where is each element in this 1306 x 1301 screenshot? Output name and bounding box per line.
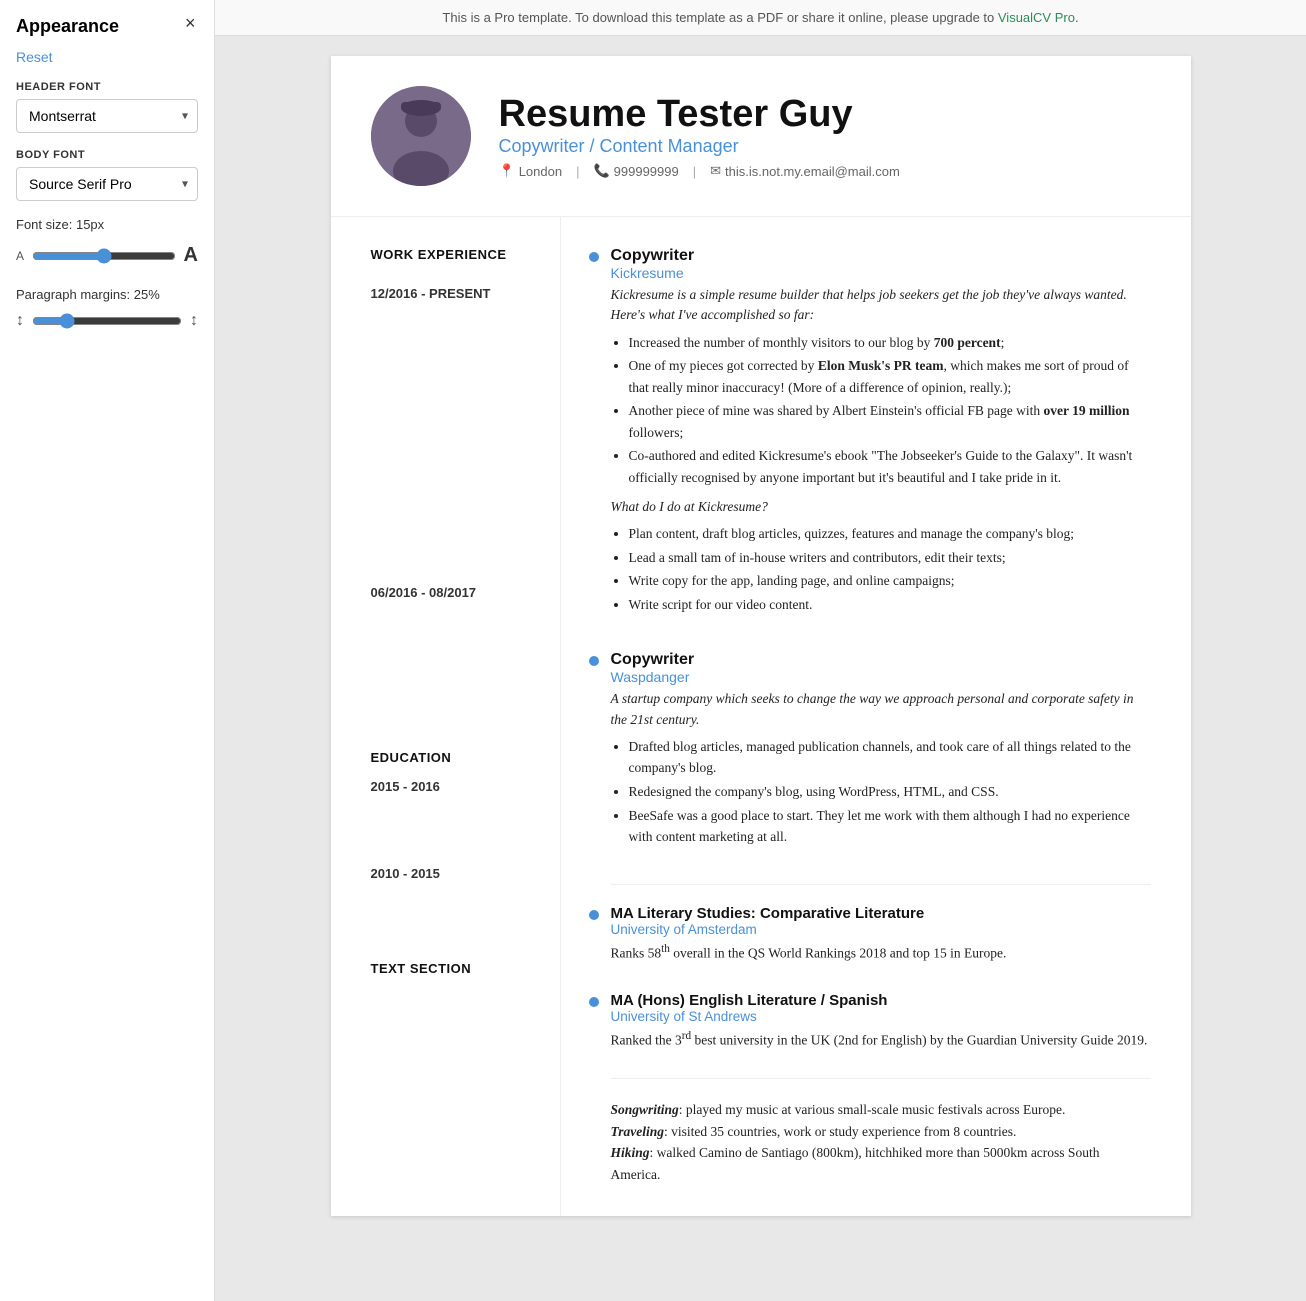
margin-slider[interactable] xyxy=(32,313,182,329)
job1-company: Kickresume xyxy=(611,265,1151,281)
pro-banner: This is a Pro template. To download this… xyxy=(215,0,1306,36)
job2-bullets: Drafted blog articles, managed publicati… xyxy=(611,736,1151,848)
job1-desc: Kickresume is a simple resume builder th… xyxy=(611,285,1151,326)
header-font-select[interactable]: Montserrat Roboto Open Sans Lato xyxy=(16,99,198,133)
reset-link[interactable]: Reset xyxy=(16,49,198,65)
job1-bullet-1: Increased the number of monthly visitors… xyxy=(629,332,1151,354)
sidebar: Appearance × Reset HEADER FONT Montserra… xyxy=(0,0,215,1301)
text-section-divider xyxy=(611,1078,1151,1079)
text-section-content: Songwriting: played my music at various … xyxy=(611,1099,1151,1185)
location-text: London xyxy=(519,164,562,179)
location-item: 📍 London xyxy=(499,163,563,179)
job1-desc2: What do I do at Kickresume? xyxy=(611,497,1151,517)
job1-bullet-3: Another piece of mine was shared by Albe… xyxy=(629,400,1151,443)
job2-desc: A startup company which seeks to change … xyxy=(611,689,1151,730)
resume-name: Resume Tester Guy xyxy=(499,93,900,136)
text-item-hiking: Hiking: walked Camino de Santiago (800km… xyxy=(611,1142,1151,1185)
edu1-date: 2015 - 2016 xyxy=(371,779,540,794)
job1-dot xyxy=(589,252,599,262)
body-font-select[interactable]: Source Serif Pro Georgia Times New Roman… xyxy=(16,167,198,201)
resume-body: WORK EXPERIENCE 12/2016 - PRESENT 06/201… xyxy=(331,217,1191,1216)
email-icon: ✉ xyxy=(710,163,721,179)
edu1-degree: MA Literary Studies: Comparative Literat… xyxy=(611,905,1151,922)
email-text: this.is.not.my.email@mail.com xyxy=(725,164,900,179)
font-size-slider-row: A A xyxy=(16,244,198,267)
edu2-date: 2010 - 2015 xyxy=(371,866,540,881)
job2-bullet-3: BeeSafe was a good place to start. They … xyxy=(629,805,1151,848)
margin-slider-row: ↕ ↕ xyxy=(16,312,198,330)
close-button[interactable]: × xyxy=(185,14,196,32)
font-size-small-a: A xyxy=(16,249,24,263)
email-item: ✉ this.is.not.my.email@mail.com xyxy=(710,163,900,179)
job2-dot xyxy=(589,656,599,666)
education-heading: EDUCATION xyxy=(371,750,540,765)
font-size-slider[interactable] xyxy=(32,248,176,264)
resume-header: Resume Tester Guy Copywriter / Content M… xyxy=(331,56,1191,217)
font-size-label: Font size: 15px xyxy=(16,217,198,232)
edu1-school: University of Amsterdam xyxy=(611,922,1151,937)
job1-title: Copywriter xyxy=(611,247,1151,265)
location-pin-icon: 📍 xyxy=(499,163,515,179)
edu2-degree: MA (Hons) English Literature / Spanish xyxy=(611,992,1151,1009)
phone-item: 📞 999999999 xyxy=(593,163,678,179)
edu1-desc: Ranks 58th overall in the QS World Ranki… xyxy=(611,941,1151,964)
resume-title: Copywriter / Content Manager xyxy=(499,136,900,157)
banner-text: This is a Pro template. To download this… xyxy=(442,10,997,25)
right-col-inner: Copywriter Kickresume Kickresume is a si… xyxy=(591,247,1151,1186)
job2-bullet-2: Redesigned the company's blog, using Wor… xyxy=(629,781,1151,803)
job2-company: Waspdanger xyxy=(611,669,1151,685)
avatar xyxy=(371,86,471,186)
text-item-songwriting: Songwriting: played my music at various … xyxy=(611,1099,1151,1121)
work-experience-heading: WORK EXPERIENCE xyxy=(371,247,540,262)
job1-bullet-4: Co-authored and edited Kickresume's eboo… xyxy=(629,445,1151,488)
phone-text: 999999999 xyxy=(614,164,679,179)
body-font-dropdown-wrapper: Source Serif Pro Georgia Times New Roman… xyxy=(16,167,198,201)
job2-title: Copywriter xyxy=(611,651,1151,669)
job2-date: 06/2016 - 08/2017 xyxy=(371,585,540,600)
main-area: This is a Pro template. To download this… xyxy=(215,0,1306,1301)
edu2-entry: MA (Hons) English Literature / Spanish U… xyxy=(611,992,1151,1051)
sidebar-title: Appearance xyxy=(16,16,119,37)
job2-entry: Copywriter Waspdanger A startup company … xyxy=(611,651,1151,847)
edu2-desc: Ranked the 3rd best university in the UK… xyxy=(611,1028,1151,1051)
margin-small-icon: ↕ xyxy=(16,312,24,330)
edu2-school: University of St Andrews xyxy=(611,1009,1151,1024)
paragraph-margins-label: Paragraph margins: 25% xyxy=(16,287,198,302)
job1-bullets2: Plan content, draft blog articles, quizz… xyxy=(611,523,1151,615)
edu2-dot xyxy=(589,997,599,1007)
text-section-heading: TEXT SECTION xyxy=(371,961,540,976)
header-font-dropdown-wrapper: Montserrat Roboto Open Sans Lato ▾ xyxy=(16,99,198,133)
contact-info: 📍 London | 📞 999999999 | ✉ this.is.not.m… xyxy=(499,163,900,179)
banner-suffix: . xyxy=(1075,10,1079,25)
edu1-entry: MA Literary Studies: Comparative Literat… xyxy=(611,905,1151,964)
body-font-label: BODY FONT xyxy=(16,149,198,161)
job1-bullets: Increased the number of monthly visitors… xyxy=(611,332,1151,489)
text-item-traveling: Traveling: visited 35 countries, work or… xyxy=(611,1121,1151,1143)
header-font-label: HEADER FONT xyxy=(16,81,198,93)
right-column: Copywriter Kickresume Kickresume is a si… xyxy=(561,217,1191,1216)
font-size-large-a: A xyxy=(184,244,198,267)
job1-bullet-2: One of my pieces got corrected by Elon M… xyxy=(629,355,1151,398)
job1-date: 12/2016 - PRESENT xyxy=(371,286,540,301)
job1-b2-1: Plan content, draft blog articles, quizz… xyxy=(629,523,1151,545)
job1-entry: Copywriter Kickresume Kickresume is a si… xyxy=(611,247,1151,615)
job1-b2-3: Write copy for the app, landing page, an… xyxy=(629,570,1151,592)
left-column: WORK EXPERIENCE 12/2016 - PRESENT 06/201… xyxy=(331,217,561,1216)
resume-card: Resume Tester Guy Copywriter / Content M… xyxy=(331,56,1191,1216)
job1-b2-4: Write script for our video content. xyxy=(629,594,1151,616)
phone-icon: 📞 xyxy=(593,163,609,179)
education-divider xyxy=(611,884,1151,885)
edu1-dot xyxy=(589,910,599,920)
job2-bullet-1: Drafted blog articles, managed publicati… xyxy=(629,736,1151,779)
header-info: Resume Tester Guy Copywriter / Content M… xyxy=(499,93,900,179)
margin-large-icon: ↕ xyxy=(190,312,198,330)
visualcv-pro-link[interactable]: VisualCV Pro xyxy=(998,10,1075,25)
job1-b2-2: Lead a small tam of in-house writers and… xyxy=(629,547,1151,569)
